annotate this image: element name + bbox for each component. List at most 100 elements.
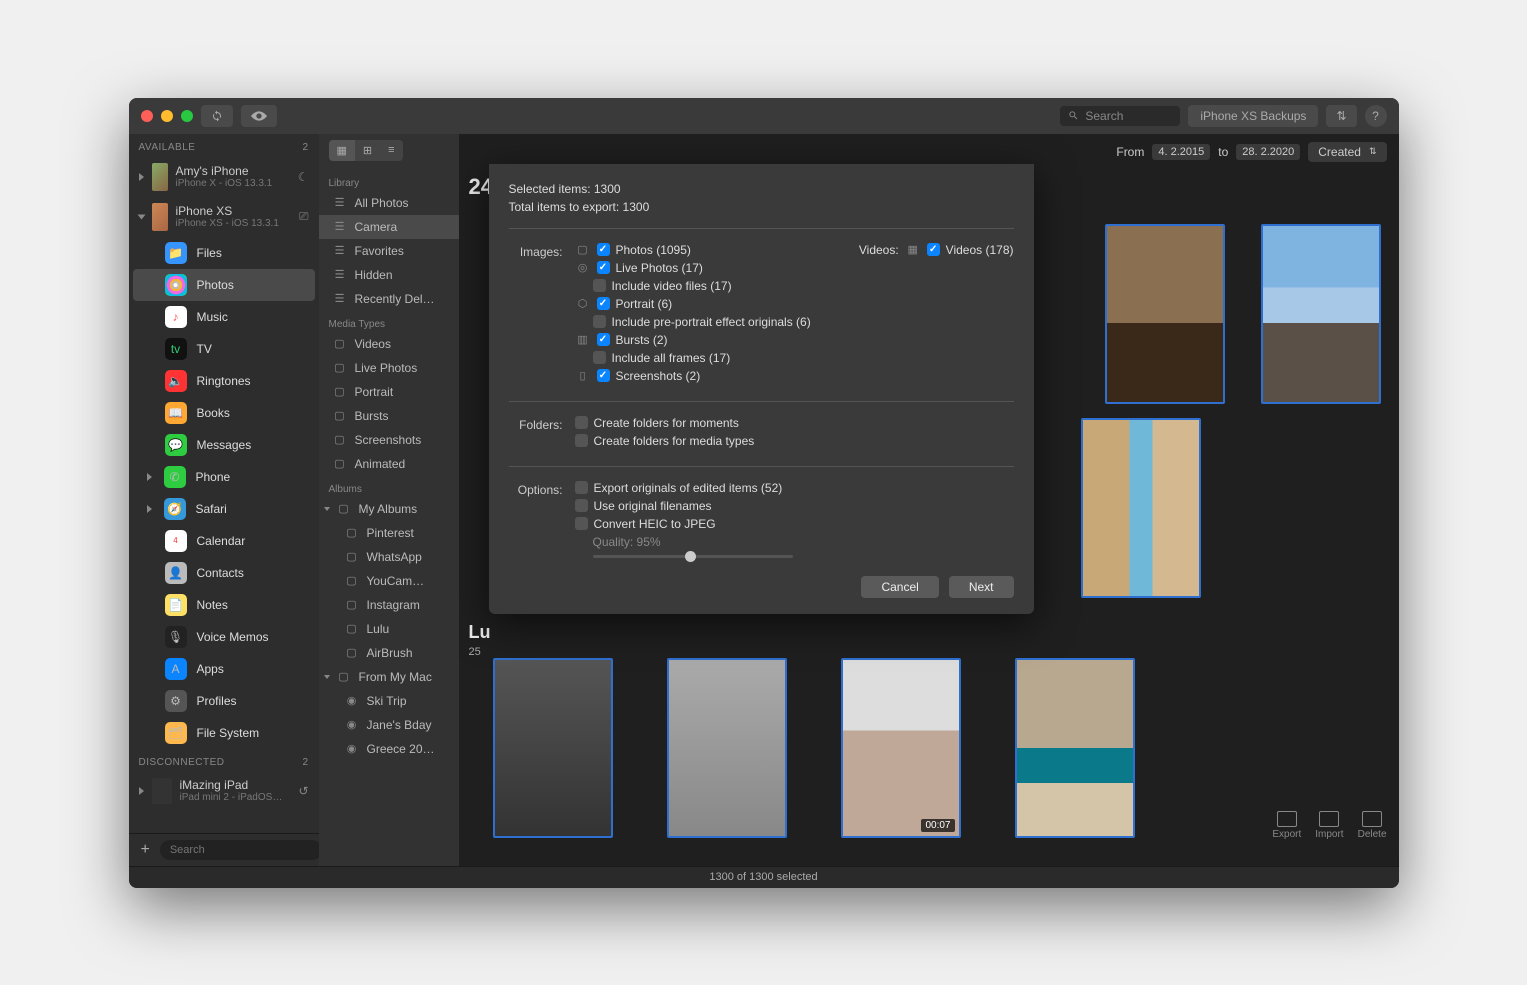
backups-button[interactable]: iPhone XS Backups: [1188, 105, 1318, 127]
cancel-button[interactable]: Cancel: [861, 576, 938, 598]
library-item[interactable]: ▢Videos: [319, 332, 459, 356]
expand-icon[interactable]: [139, 173, 144, 181]
slider-knob[interactable]: [685, 551, 696, 562]
device-imazing-ipad[interactable]: iMazing iPad iPad mini 2 - iPadOS… ↺: [129, 772, 319, 810]
library-item[interactable]: ☰Camera: [319, 215, 459, 239]
album-group-my-albums[interactable]: ▢My Albums: [319, 497, 459, 521]
preview-button[interactable]: [241, 105, 277, 127]
sidebar-search-input[interactable]: [160, 840, 319, 860]
sidebar-app-music[interactable]: ♪Music: [133, 301, 315, 333]
album-group-from-mac[interactable]: ▢From My Mac: [319, 665, 459, 689]
include-pre-portrait-checkbox[interactable]: [593, 315, 606, 328]
library-item[interactable]: ☰Hidden: [319, 263, 459, 287]
portrait-checkbox[interactable]: [597, 297, 610, 310]
collapse-icon[interactable]: [137, 214, 145, 219]
photo-thumbnail[interactable]: [1105, 224, 1225, 404]
minimize-icon[interactable]: [161, 110, 173, 122]
expand-icon[interactable]: [147, 473, 152, 481]
library-item[interactable]: ▢Live Photos: [319, 356, 459, 380]
sidebar-app-phone[interactable]: ✆Phone: [133, 461, 315, 493]
sidebar-app-books[interactable]: 📖Books: [133, 397, 315, 429]
sidebar-app-files[interactable]: 📁Files: [133, 237, 315, 269]
tv-icon: tv: [165, 338, 187, 360]
library-item[interactable]: ▢Instagram: [319, 593, 459, 617]
folders-moments-checkbox[interactable]: [575, 416, 588, 429]
app-label: Messages: [197, 438, 252, 452]
library-item[interactable]: ◉Jane's Bday: [319, 713, 459, 737]
bursts-checkbox[interactable]: [597, 333, 610, 346]
folders-media-checkbox[interactable]: [575, 434, 588, 447]
library-item[interactable]: ▢WhatsApp: [319, 545, 459, 569]
expand-icon[interactable]: [139, 787, 144, 795]
live-type-icon: ◎: [575, 261, 591, 274]
library-item[interactable]: ☰All Photos: [319, 191, 459, 215]
sidebar-app-notes[interactable]: 📄Notes: [133, 589, 315, 621]
convert-heic-checkbox[interactable]: [575, 517, 588, 530]
library-item[interactable]: ▢Pinterest: [319, 521, 459, 545]
photo-thumbnail[interactable]: [1015, 658, 1135, 838]
grid2-view-icon[interactable]: ⊞: [355, 140, 380, 161]
sort-dropdown[interactable]: Created⇅: [1308, 142, 1386, 162]
sidebar-app-apps[interactable]: AApps: [133, 653, 315, 685]
sidebar-app-contacts[interactable]: 👤Contacts: [133, 557, 315, 589]
close-icon[interactable]: [141, 110, 153, 122]
grid-view-icon[interactable]: ▦: [329, 140, 355, 161]
photo-thumbnail[interactable]: [667, 658, 787, 838]
list-view-icon[interactable]: ≡: [380, 140, 402, 161]
sidebar-app-tv[interactable]: tvTV: [133, 333, 315, 365]
quality-slider[interactable]: [593, 555, 793, 558]
library-item[interactable]: ▢Lulu: [319, 617, 459, 641]
sidebar-app-ring[interactable]: 🔈Ringtones: [133, 365, 315, 397]
use-original-filenames-checkbox[interactable]: [575, 499, 588, 512]
library-item[interactable]: ☰Favorites: [319, 239, 459, 263]
add-button[interactable]: +: [137, 841, 154, 859]
export-button[interactable]: Export: [1272, 811, 1301, 840]
help-button[interactable]: ?: [1365, 105, 1387, 127]
photos-checkbox[interactable]: [597, 243, 610, 256]
library-header: Library: [319, 170, 459, 191]
export-originals-checkbox[interactable]: [575, 481, 588, 494]
view-switcher[interactable]: ▦ ⊞ ≡: [329, 140, 403, 161]
toolbar-search[interactable]: Search: [1060, 106, 1180, 126]
video-thumbnail[interactable]: 00:07: [841, 658, 961, 838]
photo-thumbnail[interactable]: [493, 658, 613, 838]
library-item[interactable]: ☰Recently Del…: [319, 287, 459, 311]
library-item[interactable]: ▢Portrait: [319, 380, 459, 404]
library-item[interactable]: ▢Screenshots: [319, 428, 459, 452]
item-icon: ▢: [345, 622, 359, 635]
delete-button[interactable]: Delete: [1358, 811, 1387, 840]
next-button[interactable]: Next: [949, 576, 1014, 598]
live-photos-checkbox[interactable]: [597, 261, 610, 274]
library-item[interactable]: ▢Animated: [319, 452, 459, 476]
item-icon: ▢: [333, 409, 347, 422]
refresh-button[interactable]: [201, 105, 233, 127]
photo-thumbnail[interactable]: [1081, 418, 1201, 598]
library-item[interactable]: ◉Greece 20…: [319, 737, 459, 761]
videos-checkbox[interactable]: [927, 243, 940, 256]
include-video-files-checkbox[interactable]: [593, 279, 606, 292]
library-item[interactable]: ▢Bursts: [319, 404, 459, 428]
sidebar-app-photos[interactable]: ✿Photos: [133, 269, 315, 301]
transfer-button[interactable]: ⇅: [1326, 105, 1356, 127]
albums-header: Albums: [319, 476, 459, 497]
sidebar-app-fs[interactable]: 🗂File System: [133, 717, 315, 749]
library-item[interactable]: ▢AirBrush: [319, 641, 459, 665]
device-iphone-xs[interactable]: iPhone XS iPhone XS - iOS 13.3.1 ⎚: [129, 197, 319, 237]
screenshots-checkbox[interactable]: [597, 369, 610, 382]
device-amys-iphone[interactable]: Amy's iPhone iPhone X - iOS 13.3.1 ☾: [129, 157, 319, 197]
from-date-picker[interactable]: 4. 2.2015: [1152, 144, 1210, 160]
photo-thumbnail[interactable]: [1261, 224, 1381, 404]
item-icon: ▢: [333, 337, 347, 350]
maximize-icon[interactable]: [181, 110, 193, 122]
sidebar-app-voice[interactable]: 🎙Voice Memos: [133, 621, 315, 653]
sidebar-app-profiles[interactable]: ⚙Profiles: [133, 685, 315, 717]
import-button[interactable]: Import: [1315, 811, 1343, 840]
sidebar-app-cal[interactable]: 4Calendar: [133, 525, 315, 557]
expand-icon[interactable]: [147, 505, 152, 513]
sidebar-app-msg[interactable]: 💬Messages: [133, 429, 315, 461]
to-date-picker[interactable]: 28. 2.2020: [1236, 144, 1300, 160]
library-item[interactable]: ▢YouCam…: [319, 569, 459, 593]
sidebar-app-safari[interactable]: 🧭Safari: [133, 493, 315, 525]
library-item[interactable]: ◉Ski Trip: [319, 689, 459, 713]
include-all-frames-checkbox[interactable]: [593, 351, 606, 364]
